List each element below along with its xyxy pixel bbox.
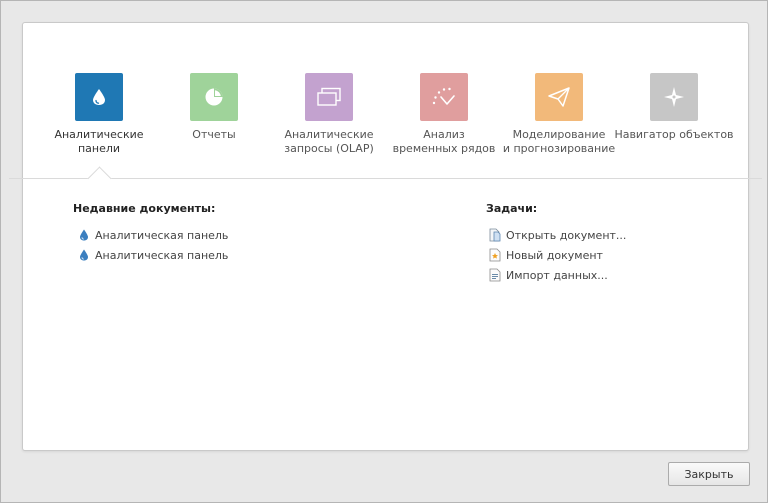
- cards-icon: [316, 87, 342, 107]
- tile-label: Моделирование и прогнозирование: [502, 128, 616, 155]
- drop-icon: [92, 88, 106, 106]
- open-document-icon: [488, 228, 502, 242]
- tile-label: Навигатор объектов: [614, 128, 734, 141]
- recent-document-label: Аналитическая панель: [95, 228, 229, 242]
- recent-document-label: Аналитическая панель: [95, 248, 229, 262]
- time-series-icon: [431, 86, 457, 108]
- close-button[interactable]: Закрыть: [668, 462, 750, 486]
- recent-documents-title: Недавние документы:: [73, 202, 216, 215]
- tile-label: Аналитические панели: [54, 128, 144, 155]
- task-new-document[interactable]: Новый документ: [488, 247, 603, 263]
- start-panel: Аналитические панели Отчеты Аналитически…: [9, 22, 762, 451]
- recent-document-item[interactable]: Аналитическая панель: [77, 247, 228, 263]
- divider: [9, 178, 762, 179]
- tile-icon-box: [75, 73, 123, 121]
- recent-document-item[interactable]: Аналитическая панель: [77, 227, 228, 243]
- tile-icon-box: [190, 73, 238, 121]
- task-label: Импорт данных...: [506, 268, 608, 282]
- tile-icon-box: [420, 73, 468, 121]
- tile-label: Аналитические запросы (OLAP): [284, 128, 374, 155]
- tasks-title: Задачи:: [486, 202, 538, 215]
- pie-chart-icon: [204, 87, 224, 107]
- tile-icon-box: [650, 73, 698, 121]
- new-document-icon: [488, 248, 502, 262]
- task-label: Новый документ: [506, 248, 603, 262]
- compass-star-icon: [663, 86, 685, 108]
- paper-plane-icon: [548, 87, 570, 107]
- tile-modeling[interactable]: Моделирование и прогнозирование: [499, 73, 619, 173]
- tile-olap[interactable]: Аналитические запросы (OLAP): [269, 73, 389, 173]
- drop-icon: [77, 228, 91, 242]
- tile-object-navigator[interactable]: Навигатор объектов: [614, 73, 734, 173]
- tile-reports[interactable]: Отчеты: [154, 73, 274, 173]
- start-dialog: Аналитические панели Отчеты Аналитически…: [0, 0, 768, 503]
- task-open-document[interactable]: Открыть документ...: [488, 227, 626, 243]
- tile-label: Отчеты: [192, 128, 236, 141]
- tile-analytic-panels[interactable]: Аналитические панели: [39, 73, 159, 173]
- tile-time-series[interactable]: Анализ временных рядов: [384, 73, 504, 173]
- import-data-icon: [488, 268, 502, 282]
- tile-icon-box: [305, 73, 353, 121]
- tile-label: Анализ временных рядов: [392, 128, 496, 155]
- tile-icon-box: [535, 73, 583, 121]
- task-label: Открыть документ...: [506, 228, 627, 242]
- task-import-data[interactable]: Импорт данных...: [488, 267, 608, 283]
- drop-icon: [77, 248, 91, 262]
